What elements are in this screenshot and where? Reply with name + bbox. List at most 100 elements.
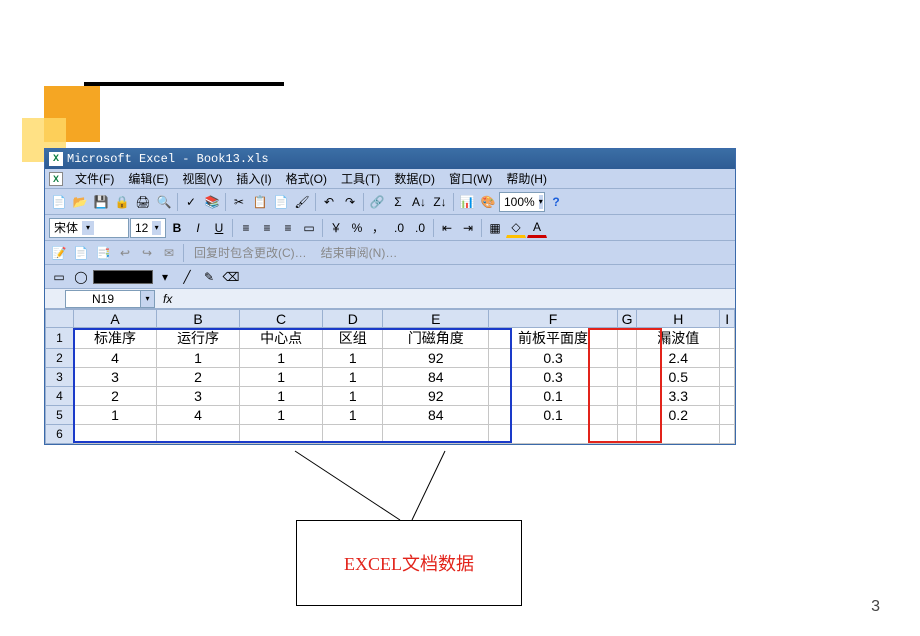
cell[interactable]: 前板平面度	[489, 328, 618, 349]
borders-icon[interactable]: ▦	[485, 218, 505, 238]
cell[interactable]: 4	[74, 349, 157, 368]
new-icon[interactable]: 📄	[49, 192, 69, 212]
cell[interactable]	[157, 425, 240, 444]
underline-icon[interactable]: U	[209, 218, 229, 238]
pencil-icon[interactable]: ✎	[199, 267, 219, 287]
cell[interactable]	[617, 387, 636, 406]
research-icon[interactable]: 📚	[202, 192, 222, 212]
format-painter-icon[interactable]: 🖌	[292, 192, 312, 212]
chart-icon[interactable]: 📊	[457, 192, 477, 212]
align-left-icon[interactable]: ≡	[236, 218, 256, 238]
color-swatch[interactable]	[93, 270, 153, 284]
name-box[interactable]: N19 ▾	[65, 290, 155, 308]
cell[interactable]: 0.1	[489, 406, 618, 425]
cell[interactable]: 区组	[323, 328, 383, 349]
draw-icon-2[interactable]: ◯	[71, 267, 91, 287]
increase-indent-icon[interactable]: ⇥	[458, 218, 478, 238]
cell[interactable]: 3	[74, 368, 157, 387]
italic-icon[interactable]: I	[188, 218, 208, 238]
open-icon[interactable]: 📂	[70, 192, 90, 212]
cell[interactable]	[74, 425, 157, 444]
col-header-B[interactable]: B	[157, 310, 240, 328]
review-icon-5[interactable]: ↪	[137, 243, 157, 263]
zoom-dropdown[interactable]: 100% ▾	[499, 192, 545, 212]
merge-icon[interactable]: ▭	[299, 218, 319, 238]
cell[interactable]: 1	[323, 406, 383, 425]
review-icon-6[interactable]: ✉	[159, 243, 179, 263]
print-icon[interactable]: 🖨	[133, 192, 153, 212]
cell[interactable]: 运行序	[157, 328, 240, 349]
draw-arrow-icon[interactable]: ▾	[155, 267, 175, 287]
row-header[interactable]: 2	[46, 349, 74, 368]
row-header[interactable]: 4	[46, 387, 74, 406]
hyperlink-icon[interactable]: 🔗	[367, 192, 387, 212]
menu-insert[interactable]: 插入(I)	[230, 169, 277, 188]
cell[interactable]: 1	[74, 406, 157, 425]
cell[interactable]: 0.5	[637, 368, 720, 387]
row-header[interactable]: 3	[46, 368, 74, 387]
font-size-dropdown[interactable]: 12 ▾	[130, 218, 166, 238]
bold-icon[interactable]: B	[167, 218, 187, 238]
cell[interactable]: 3.3	[637, 387, 720, 406]
col-header-G[interactable]: G	[617, 310, 636, 328]
cell[interactable]	[323, 425, 383, 444]
cell[interactable]: 0.2	[637, 406, 720, 425]
font-color-icon[interactable]: A	[527, 218, 547, 238]
menu-help[interactable]: 帮助(H)	[500, 169, 553, 188]
cell[interactable]: 0.1	[489, 387, 618, 406]
comma-icon[interactable]: ，	[368, 218, 388, 238]
col-header-A[interactable]: A	[74, 310, 157, 328]
cell[interactable]: 2.4	[637, 349, 720, 368]
redo-icon[interactable]: ↷	[340, 192, 360, 212]
col-header-I[interactable]: I	[720, 310, 735, 328]
col-header-H[interactable]: H	[637, 310, 720, 328]
cell[interactable]	[617, 349, 636, 368]
align-center-icon[interactable]: ≡	[257, 218, 277, 238]
cell[interactable]	[720, 368, 735, 387]
review-icon-4[interactable]: ↩	[115, 243, 135, 263]
undo-icon[interactable]: ↶	[319, 192, 339, 212]
cell[interactable]	[637, 425, 720, 444]
cell[interactable]: 92	[383, 349, 489, 368]
cell[interactable]: 3	[157, 387, 240, 406]
cell[interactable]: 84	[383, 368, 489, 387]
autosum-icon[interactable]: Σ	[388, 192, 408, 212]
sort-desc-icon[interactable]: Z↓	[430, 192, 450, 212]
align-right-icon[interactable]: ≡	[278, 218, 298, 238]
fx-label[interactable]: fx	[157, 292, 178, 306]
col-header-D[interactable]: D	[323, 310, 383, 328]
cell[interactable]: 92	[383, 387, 489, 406]
menu-data[interactable]: 数据(D)	[388, 169, 441, 188]
cell[interactable]: 1	[323, 387, 383, 406]
col-header-F[interactable]: F	[489, 310, 618, 328]
menu-tools[interactable]: 工具(T)	[335, 169, 386, 188]
doc-icon[interactable]: X	[49, 172, 63, 186]
cut-icon[interactable]: ✂	[229, 192, 249, 212]
cell[interactable]	[383, 425, 489, 444]
cell[interactable]: 2	[74, 387, 157, 406]
cell[interactable]: 1	[240, 368, 323, 387]
row-header[interactable]: 1	[46, 328, 74, 349]
cell[interactable]	[617, 406, 636, 425]
copy-icon[interactable]: 📋	[250, 192, 270, 212]
cell[interactable]: 1	[323, 368, 383, 387]
cell[interactable]	[617, 425, 636, 444]
select-all[interactable]	[46, 310, 74, 328]
cell[interactable]	[617, 328, 636, 349]
cell[interactable]: 1	[323, 349, 383, 368]
cell[interactable]	[489, 425, 618, 444]
cell[interactable]: 0.3	[489, 349, 618, 368]
cell[interactable]: 2	[157, 368, 240, 387]
cell[interactable]: 84	[383, 406, 489, 425]
preview-icon[interactable]: 🔍	[154, 192, 174, 212]
menu-window[interactable]: 窗口(W)	[443, 169, 498, 188]
menu-view[interactable]: 视图(V)	[176, 169, 228, 188]
row-header[interactable]: 6	[46, 425, 74, 444]
permission-icon[interactable]: 🔒	[112, 192, 132, 212]
cell[interactable]: 1	[157, 349, 240, 368]
help-icon[interactable]: ?	[546, 192, 566, 212]
review-icon-3[interactable]: 📑	[93, 243, 113, 263]
drawing-icon[interactable]: 🎨	[478, 192, 498, 212]
decrease-decimal-icon[interactable]: .0	[410, 218, 430, 238]
menu-edit[interactable]: 编辑(E)	[122, 169, 174, 188]
